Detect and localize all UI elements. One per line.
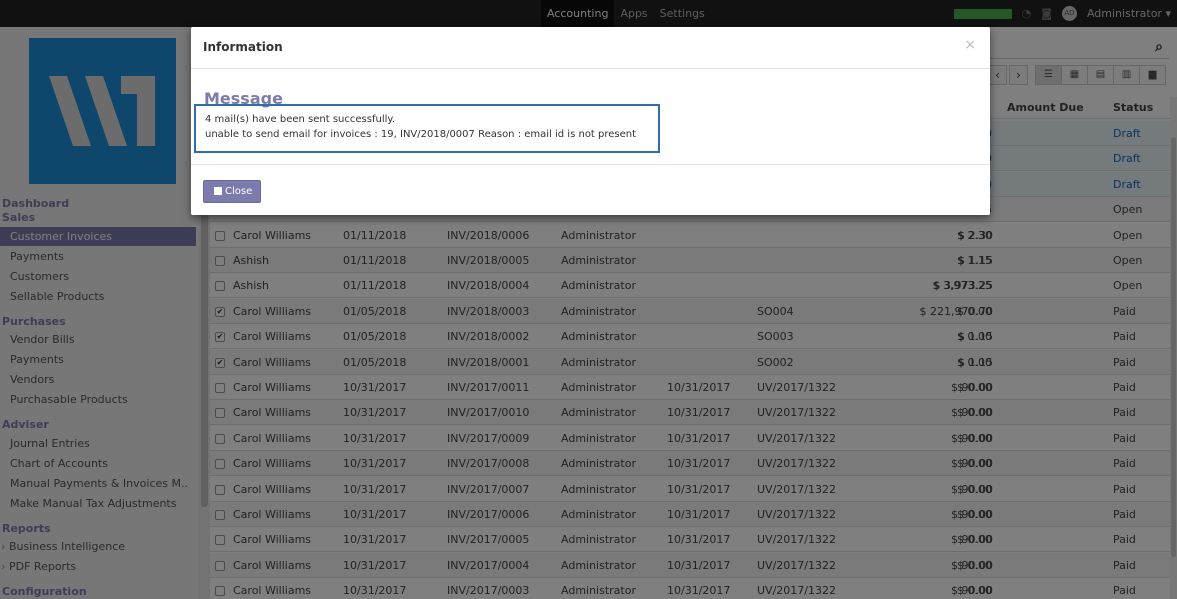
message-box: 4 mail(s) have been sent successfully. u… [194,104,660,153]
close-icon[interactable]: × [964,37,976,53]
message-line: unable to send email for invoices : 19, … [205,129,637,140]
modal-footer: Close [191,164,990,215]
information-dialog: Information × Message 4 mail(s) have bee… [191,27,990,215]
close-button-label: Close [225,186,253,197]
message-line: 4 mail(s) have been sent successfully. [205,114,396,125]
close-button[interactable]: Close [203,180,261,203]
modal-header: Information × [191,27,990,69]
modal-title: Information [203,40,283,54]
close-square-icon [214,187,222,195]
